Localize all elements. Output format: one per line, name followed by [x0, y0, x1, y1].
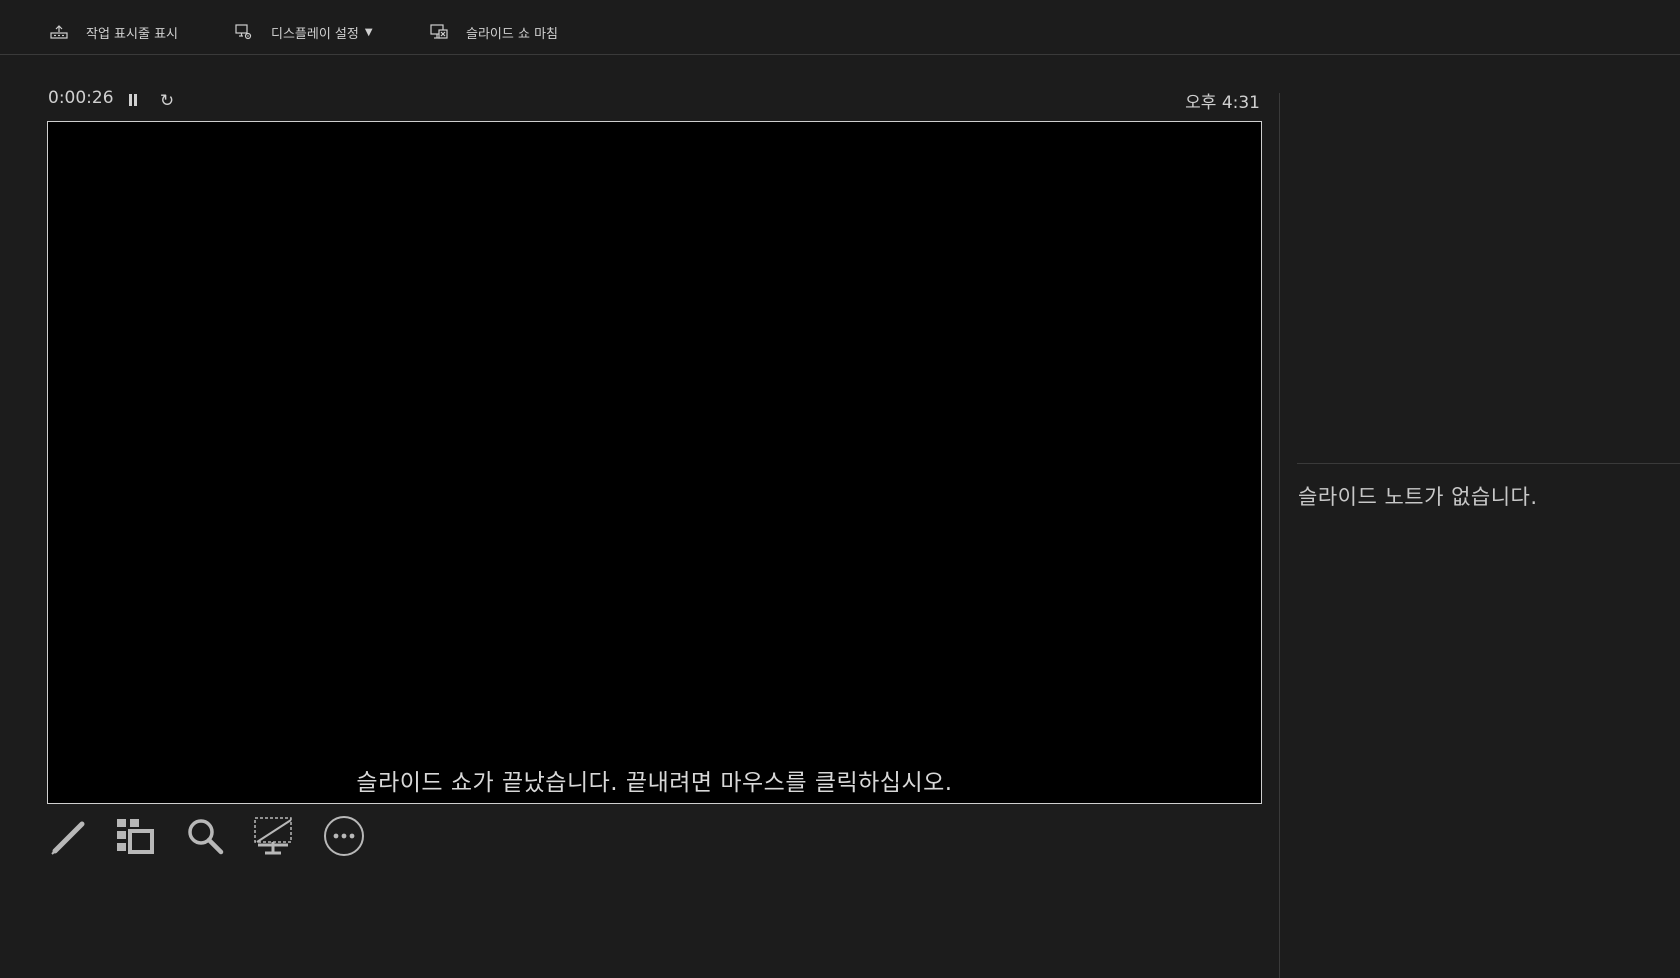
presenter-toolbar: 작업 표시줄 표시 디스플레이 설정 ▼ 슬라이드 쇼 마침	[0, 0, 1680, 55]
chevron-down-icon: ▼	[364, 26, 373, 38]
pen-icon	[49, 816, 89, 860]
show-taskbar-button[interactable]: 작업 표시줄 표시	[50, 20, 178, 44]
black-screen-button[interactable]	[252, 816, 296, 860]
end-slideshow-label: 슬라이드 쇼 마침	[466, 26, 558, 42]
zoom-icon	[185, 816, 225, 860]
display-settings-icon	[235, 23, 253, 41]
pen-tool-button[interactable]	[47, 816, 91, 860]
current-time: 오후 4:31	[1185, 93, 1260, 113]
pause-icon	[128, 92, 138, 111]
current-slide[interactable]: 슬라이드 쇼가 끝났습니다. 끝내려면 마우스를 클릭하십시오.	[47, 121, 1262, 804]
notes-separator[interactable]	[1297, 463, 1680, 464]
zoom-button[interactable]	[183, 816, 227, 860]
panel-divider[interactable]	[1279, 93, 1280, 978]
restart-icon: ↻	[159, 91, 175, 111]
black-screen-icon	[253, 815, 295, 861]
pause-timer-button[interactable]	[123, 89, 143, 113]
slideshow-end-message: 슬라이드 쇼가 끝났습니다. 끝내려면 마우스를 클릭하십시오.	[356, 770, 953, 796]
restart-timer-button[interactable]: ↻	[157, 89, 177, 113]
end-slideshow-button[interactable]: 슬라이드 쇼 마침	[430, 20, 558, 44]
more-options-icon	[323, 815, 365, 861]
end-slideshow-icon	[430, 23, 448, 41]
more-options-button[interactable]	[322, 816, 366, 860]
see-all-slides-button[interactable]	[113, 816, 157, 860]
speaker-notes: 슬라이드 노트가 없습니다.	[1298, 485, 1538, 509]
see-all-slides-icon	[115, 816, 155, 860]
show-taskbar-label: 작업 표시줄 표시	[86, 26, 178, 42]
taskbar-icon	[50, 25, 68, 39]
display-settings-label: 디스플레이 설정	[271, 26, 359, 42]
elapsed-timer: 0:00:26	[48, 88, 114, 108]
display-settings-button[interactable]: 디스플레이 설정 ▼	[235, 20, 373, 44]
